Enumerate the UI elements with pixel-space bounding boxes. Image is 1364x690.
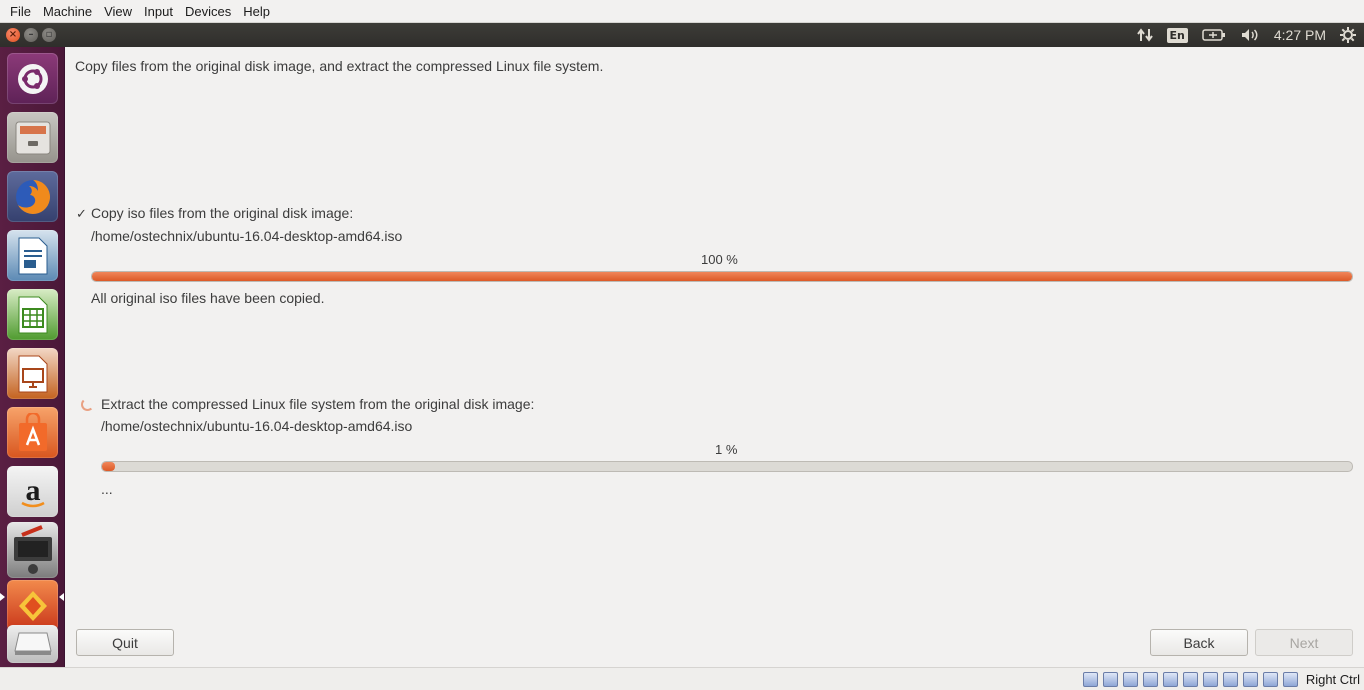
close-icon[interactable]: × (6, 28, 20, 42)
libreoffice-impress-icon[interactable] (7, 348, 58, 399)
quit-button[interactable]: Quit (76, 629, 174, 656)
menu-devices[interactable]: Devices (179, 0, 237, 23)
optical-drive-icon[interactable] (1102, 671, 1118, 687)
task1-progress-fill (92, 272, 1352, 281)
network-updown-icon[interactable] (1136, 27, 1153, 43)
menu-machine[interactable]: Machine (37, 0, 98, 23)
installer-icon[interactable] (7, 522, 58, 578)
svg-text:a: a (25, 474, 40, 507)
menu-help[interactable]: Help (237, 0, 276, 23)
host-key-label: Right Ctrl (1305, 671, 1360, 687)
gear-icon[interactable] (1340, 27, 1356, 43)
task2-status: ... (101, 481, 113, 497)
cpu-icon[interactable] (1242, 671, 1258, 687)
files-icon[interactable] (7, 112, 58, 163)
firefox-icon[interactable] (7, 171, 58, 222)
libreoffice-calc-icon[interactable] (7, 289, 58, 340)
spinner-icon (81, 398, 94, 411)
clock[interactable]: 4:27 PM (1274, 27, 1326, 43)
keyboard-layout-indicator[interactable]: En (1166, 27, 1188, 43)
task2-title: Extract the compressed Linux file system… (101, 396, 535, 412)
video-capture-icon[interactable] (1222, 671, 1238, 687)
task2-progress-bar (101, 461, 1353, 472)
task2-percent: 1 % (715, 442, 738, 457)
shared-folders-icon[interactable] (1182, 671, 1198, 687)
libreoffice-writer-icon[interactable] (7, 230, 58, 281)
launcher-active-indicator (59, 593, 64, 601)
top-panel: × – ▫ En 4:27 PM (0, 23, 1364, 47)
usb-icon[interactable] (1162, 671, 1178, 687)
task2-path: /home/ostechnix/ubuntu-16.04-desktop-amd… (101, 418, 413, 434)
task1-title: Copy iso files from the original disk im… (91, 205, 354, 221)
indicator-area: En 4:27 PM (1136, 27, 1364, 43)
installer-window: Copy files from the original disk image,… (65, 47, 1364, 667)
menu-input[interactable]: Input (138, 0, 179, 23)
keyboard-capture-icon[interactable] (1282, 671, 1298, 687)
mouse-integration-icon[interactable] (1262, 671, 1278, 687)
next-button[interactable]: Next (1255, 629, 1353, 656)
back-button[interactable]: Back (1150, 629, 1248, 656)
system-settings-icon[interactable] (7, 580, 58, 631)
step-description: Copy files from the original disk image,… (75, 58, 604, 74)
task1-status: All original iso files have been copied. (91, 290, 325, 306)
minimize-icon[interactable]: – (24, 28, 38, 42)
task1-percent: 100 % (701, 252, 738, 267)
network-icon[interactable] (1142, 671, 1158, 687)
volume-icon[interactable] (1240, 27, 1260, 43)
battery-icon[interactable] (1202, 28, 1226, 42)
host-menubar: File Machine View Input Devices Help (0, 0, 1364, 23)
checkmark-icon: ✓ (76, 206, 87, 221)
task1-path: /home/ostechnix/ubuntu-16.04-desktop-amd… (91, 228, 403, 244)
launcher-running-indicator (0, 593, 5, 601)
task2-progress-fill (102, 462, 115, 471)
drive-icon[interactable] (7, 625, 58, 663)
vm-statusbar: Right Ctrl (0, 667, 1364, 690)
window-controls: × – ▫ (0, 28, 56, 42)
amazon-icon[interactable]: a (7, 466, 58, 517)
menu-file[interactable]: File (4, 0, 37, 23)
menu-view[interactable]: View (98, 0, 138, 23)
harddisk-icon[interactable] (1082, 671, 1098, 687)
display-icon[interactable] (1202, 671, 1218, 687)
task1-progress-bar (91, 271, 1353, 282)
audio-icon[interactable] (1122, 671, 1138, 687)
maximize-icon[interactable]: ▫ (42, 28, 56, 42)
launcher: a (0, 47, 65, 667)
ubuntu-dash-icon[interactable] (7, 53, 58, 104)
ubuntu-software-icon[interactable] (7, 407, 58, 458)
